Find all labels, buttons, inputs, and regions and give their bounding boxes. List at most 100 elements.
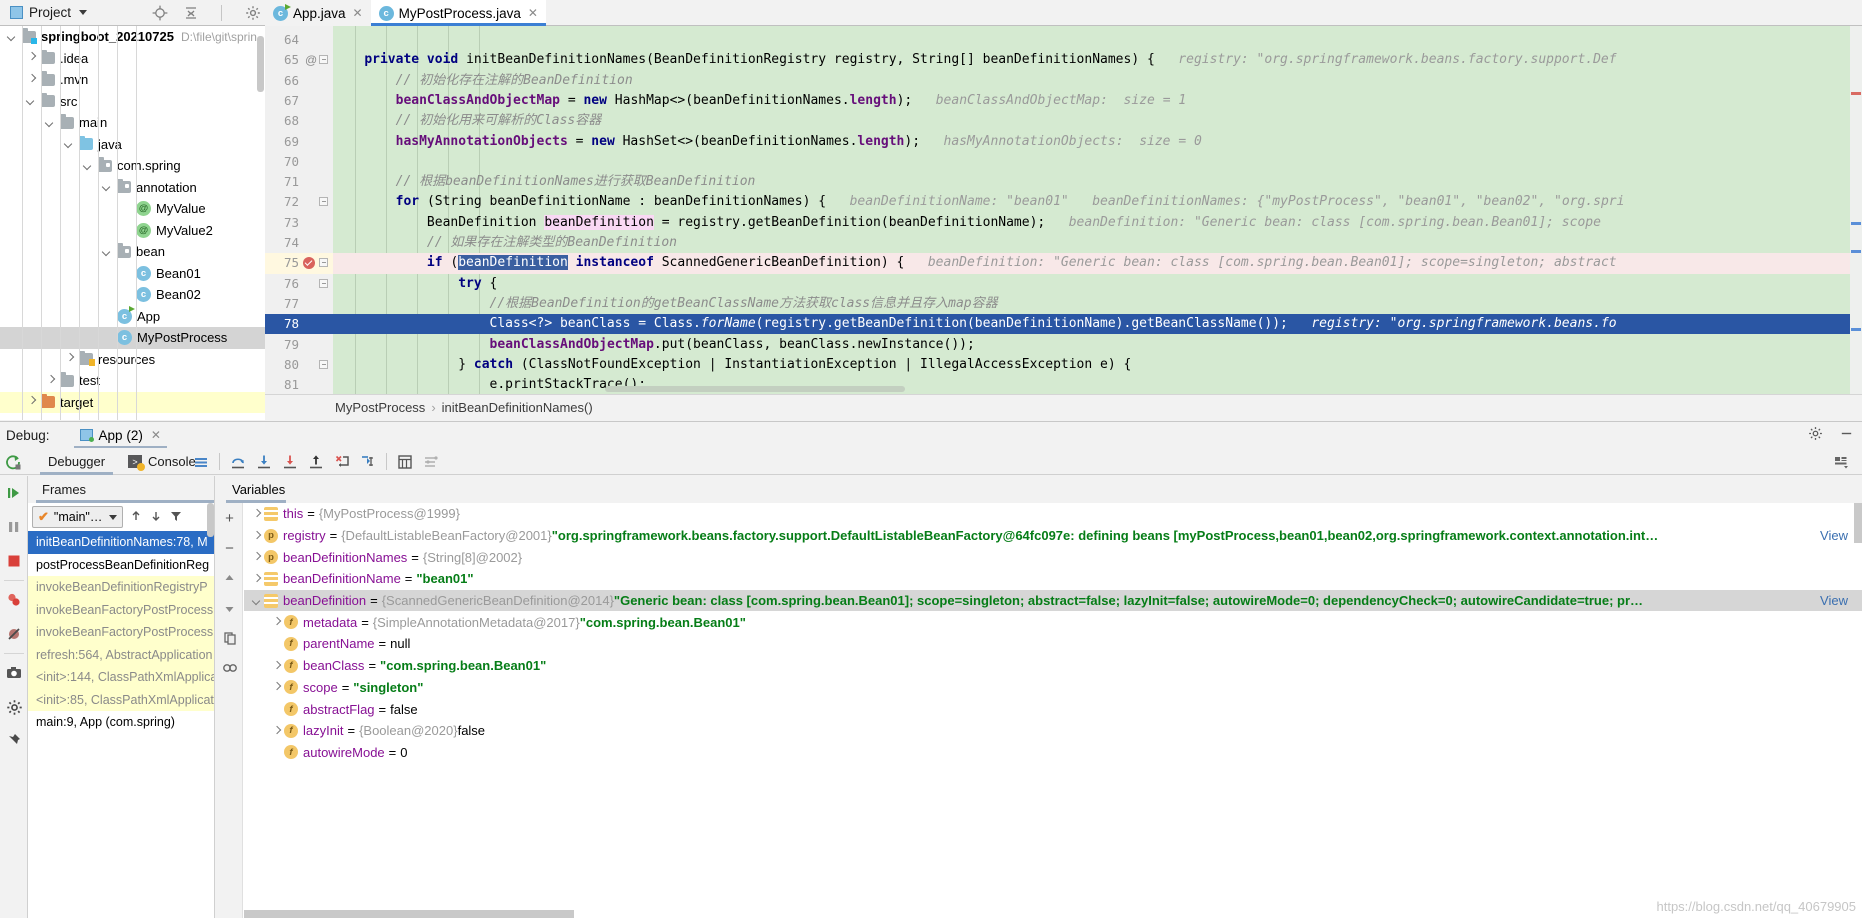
gutter-row[interactable]: 69 [265,132,333,152]
frame-item[interactable]: invokeBeanFactoryPostProcess [28,621,214,644]
code-line[interactable]: // 初始化存在注解的BeanDefinition [333,71,1862,91]
chevron-down-icon[interactable] [109,514,118,520]
close-icon[interactable]: ✕ [353,6,363,20]
gutter-row[interactable]: 77 [265,294,333,314]
code-line[interactable]: try { [333,274,1862,294]
fold-marker-icon[interactable] [319,278,328,288]
run-to-cursor-icon[interactable] [355,448,381,475]
variable-row[interactable]: f beanClass = "com.spring.bean.Bean01" [244,655,1862,677]
view-breakpoints-icon[interactable] [0,583,28,617]
tree-item-bean01[interactable]: c Bean01 [0,263,265,285]
frame-item[interactable]: postProcessBeanDefinitionReg [28,553,214,576]
variables-list[interactable]: this = {MyPostProcess@1999} p registry = {Def… [244,503,1862,918]
gutter-row[interactable]: 68 [265,111,333,131]
breadcrumb[interactable]: MyPostProcess › initBeanDefinitionNames(… [265,394,1862,420]
project-view-button[interactable]: Project [0,0,95,26]
tree-item-resources[interactable]: resources [0,349,265,371]
evaluate-expression-icon[interactable] [392,448,418,475]
copy-value-icon[interactable] [216,623,243,653]
fold-marker-icon[interactable] [319,359,328,369]
chevron-right-icon[interactable] [27,53,37,63]
tree-item-target[interactable]: target [0,391,265,413]
locate-icon[interactable] [151,4,168,21]
editor-error-stripe[interactable] [1850,26,1862,394]
tree-item-bean02[interactable]: c Bean02 [0,284,265,306]
chevron-right-icon[interactable] [46,376,56,386]
code-line[interactable]: // 根据beanDefinitionNames进行获取BeanDefiniti… [333,172,1862,192]
move-up-icon[interactable] [216,563,243,593]
gutter-row[interactable]: 66 [265,71,333,91]
editor-gutter[interactable]: 64 65 @66 67 68 69 70 71 72 73 74 75 76 77 78 79 80 81 [265,26,354,394]
code-line[interactable] [333,152,1862,172]
tree-item-myvalue2[interactable]: @ MyValue2 [0,220,265,242]
layout-settings-icon[interactable] [188,448,214,475]
frame-item[interactable]: main:9, App (com.spring) [28,711,214,734]
chevron-right-icon[interactable] [250,529,264,543]
project-tree-panel[interactable]: springboot_20210725 D:\file\git\sprin .ide… [0,26,265,420]
variable-row[interactable]: beanDefinitionName = "bean01" [244,568,1862,590]
chevron-down-icon[interactable] [65,139,75,149]
settings-list-icon[interactable] [418,448,444,475]
editor-horizontal-scrollbar[interactable] [605,386,905,392]
code-line[interactable]: for (String beanDefinitionName : beanDef… [333,192,1862,212]
code-line[interactable] [333,30,1862,50]
chevron-down-icon[interactable] [79,10,88,15]
fold-marker-icon[interactable] [319,55,328,65]
gutter-row[interactable]: 70 [265,152,333,172]
breakpoint-icon[interactable] [303,257,315,270]
chevron-down-icon[interactable] [8,32,18,42]
code-line[interactable]: e.printStackTrace(); [333,375,1862,394]
filter-icon[interactable] [169,509,183,526]
code-line[interactable]: beanClassAndObjectMap.put(beanClass, bea… [333,335,1862,355]
pin-tab-icon[interactable] [0,724,28,758]
restore-layout-icon[interactable] [1828,448,1854,475]
tree-item-java[interactable]: java [0,134,265,156]
tree-item-myvalue[interactable]: @ MyValue [0,198,265,220]
gutter-row[interactable]: 74 [265,233,333,253]
tree-item-comspring[interactable]: com.spring [0,155,265,177]
step-out-icon[interactable] [303,448,329,475]
chevron-right-icon[interactable] [250,507,264,521]
code-line[interactable]: // 如果存在注解类型的BeanDefinition [333,233,1862,253]
chevron-right-icon[interactable] [270,659,284,673]
add-watch-icon[interactable]: + [216,503,243,533]
tree-item-mypostprocess[interactable]: c MyPostProcess [0,327,265,349]
fold-marker-icon[interactable] [319,197,328,207]
variables-horizontal-scrollbar[interactable] [244,910,574,918]
view-value-link[interactable]: View [1820,593,1848,608]
chevron-down-icon[interactable] [103,247,113,257]
gutter-row[interactable]: 80 [265,355,333,375]
view-value-link[interactable]: View [1820,528,1848,543]
variable-row[interactable]: f abstractFlag = false [244,698,1862,720]
chevron-down-icon[interactable] [46,118,56,128]
code-line[interactable]: BeanDefinition beanDefinition = registry… [333,213,1862,233]
variables-panel[interactable]: Variables + − this = {MyPostProcess@1999} … [216,476,1862,918]
breadcrumb-class[interactable]: MyPostProcess [335,400,425,415]
settings-gear-icon[interactable] [0,690,28,724]
thread-dropdown[interactable]: ✔ "main"… [32,506,124,528]
code-line[interactable]: // 初始化用来可解析的Class容器 [333,111,1862,131]
chevron-down-icon[interactable] [103,182,113,192]
force-step-into-icon[interactable] [277,448,303,475]
stop-icon[interactable] [0,544,28,578]
inspect-icon[interactable] [216,653,243,683]
gutter-row[interactable]: 79 [265,335,333,355]
collapse-all-icon[interactable] [182,4,199,21]
tree-item-bean[interactable]: bean [0,241,265,263]
variables-vertical-scrollbar[interactable] [1854,503,1862,543]
gutter-row[interactable]: 75 [265,253,333,274]
fold-marker-icon[interactable] [319,258,328,268]
settings-gear-icon[interactable] [244,4,261,21]
frame-item[interactable]: invokeBeanFactoryPostProcess [28,598,214,621]
settings-gear-icon[interactable] [1808,426,1823,444]
tree-item-annotation[interactable]: annotation [0,177,265,199]
chevron-right-icon[interactable] [27,75,37,85]
close-icon[interactable]: ✕ [528,6,538,20]
variable-row[interactable]: this = {MyPostProcess@1999} [244,503,1862,525]
mute-breakpoints-icon[interactable] [0,617,28,651]
tree-item-app[interactable]: c App [0,305,265,328]
editor-tab-mypostprocess[interactable]: c MyPostProcess.java ✕ [370,0,547,26]
hide-panel-icon[interactable] [1839,426,1854,444]
move-down-icon[interactable] [216,593,243,623]
pause-program-icon[interactable] [0,510,28,544]
